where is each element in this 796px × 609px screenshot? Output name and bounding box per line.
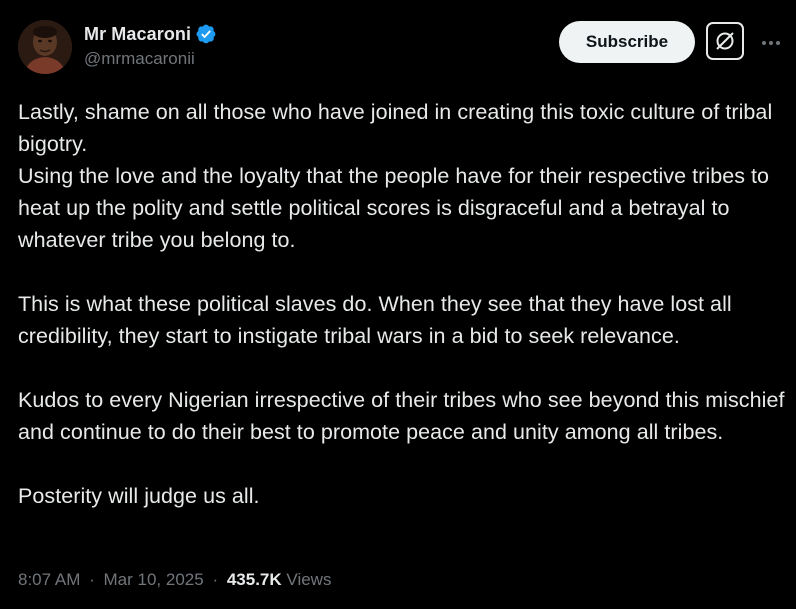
avatar[interactable] <box>18 20 72 74</box>
post-meta: 8:07 AM · Mar 10, 2025 · 435.7K Views <box>18 570 331 590</box>
grok-icon <box>716 32 734 50</box>
views-label: Views <box>286 570 332 589</box>
post-text-line-2: Using the love and the loyalty that the … <box>18 164 770 252</box>
display-name-row: Mr Macaroni <box>84 22 217 46</box>
meta-separator: · <box>89 570 95 589</box>
author-names: Mr Macaroni @mrmacaronii <box>84 22 217 69</box>
meta-separator-2: · <box>212 570 219 589</box>
avatar-image <box>18 20 72 74</box>
post-header: Mr Macaroni @mrmacaronii Subscribe <box>18 20 780 76</box>
subscribe-button[interactable]: Subscribe <box>559 21 695 63</box>
post-text-line-5: Posterity will judge us all. <box>18 484 260 508</box>
post-text-line-3: This is what these political slaves do. … <box>18 292 732 348</box>
post-date[interactable]: Mar 10, 2025 <box>104 570 204 589</box>
views-count: 435.7K <box>226 570 282 589</box>
grok-button[interactable] <box>706 22 744 60</box>
post: Mr Macaroni @mrmacaronii Subscribe Lastl… <box>0 0 796 609</box>
post-text: Lastly, shame on all those who have join… <box>18 96 788 512</box>
author-handle[interactable]: @mrmacaronii <box>84 49 217 69</box>
more-icon <box>762 41 780 45</box>
post-text-line-4: Kudos to every Nigerian irrespective of … <box>18 388 785 444</box>
verified-badge-icon[interactable] <box>195 23 217 45</box>
post-text-line-1: Lastly, shame on all those who have join… <box>18 100 773 156</box>
display-name[interactable]: Mr Macaroni <box>84 24 191 45</box>
more-options-button[interactable] <box>758 30 784 56</box>
post-time[interactable]: 8:07 AM <box>18 570 80 589</box>
